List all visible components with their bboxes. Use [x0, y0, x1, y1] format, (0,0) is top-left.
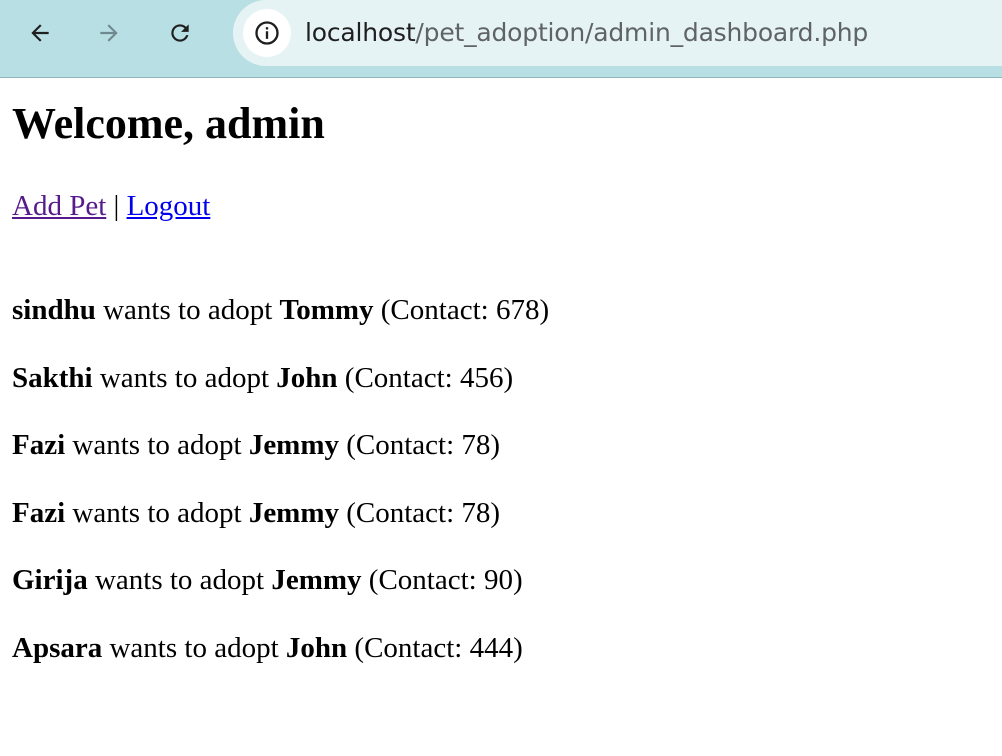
pet-name: Jemmy: [248, 496, 339, 529]
info-icon: [255, 21, 279, 45]
requester-name: Apsara: [12, 631, 103, 664]
pet-name: John: [285, 631, 348, 664]
pet-name: Jemmy: [248, 429, 339, 461]
contact-suffix: ): [490, 429, 501, 461]
adoption-request-item: Apsara wants to adopt John (Contact: 444…: [12, 628, 549, 696]
contact-number: 678: [495, 294, 540, 326]
contact-prefix: (Contact:: [339, 496, 462, 529]
adoption-request-list: sindhu wants to adopt Tommy (Contact: 67…: [12, 290, 549, 695]
url-path: /pet_adoption/admin_dashboard.php: [415, 18, 869, 47]
arrow-left-icon: [31, 24, 49, 42]
page-title: Welcome, admin: [12, 99, 325, 148]
contact-suffix: ): [490, 496, 501, 529]
contact-prefix: (Contact:: [337, 361, 460, 394]
adoption-request-item: Fazi wants to adopt Jemmy (Contact: 78): [12, 493, 549, 561]
contact-number: 90: [483, 564, 513, 596]
contact-prefix: (Contact:: [361, 564, 484, 596]
contact-number: 78: [461, 429, 491, 461]
contact-number: 456: [459, 361, 504, 394]
requester-name: Fazi: [12, 429, 66, 461]
contact-number: 78: [461, 496, 491, 529]
arrow-right-icon: [100, 24, 118, 42]
adoption-request-item: sindhu wants to adopt Tommy (Contact: 67…: [12, 290, 549, 358]
forward-button[interactable]: [89, 13, 129, 53]
adoption-request-item: Girija wants to adopt Jemmy (Contact: 90…: [12, 560, 549, 628]
contact-suffix: ): [513, 631, 523, 664]
requester-name: Fazi: [12, 496, 66, 529]
pet-name: Jemmy: [271, 564, 362, 596]
site-info-button[interactable]: [243, 9, 291, 57]
contact-prefix: (Contact:: [339, 429, 462, 461]
adoption-request-item: Sakthi wants to adopt John (Contact: 456…: [12, 358, 549, 426]
contact-number: 444: [469, 631, 514, 664]
wants-text: wants to adopt: [92, 361, 277, 394]
wants-text: wants to adopt: [87, 564, 272, 596]
contact-prefix: (Contact:: [347, 631, 470, 664]
contact-prefix: (Contact:: [373, 294, 496, 326]
requester-name: Girija: [12, 564, 88, 596]
wants-text: wants to adopt: [65, 429, 249, 461]
add-pet-link[interactable]: Add Pet: [12, 190, 106, 222]
wants-text: wants to adopt: [95, 294, 280, 326]
adoption-request-item: Fazi wants to adopt Jemmy (Contact: 78): [12, 425, 549, 493]
contact-suffix: ): [512, 564, 523, 596]
reload-button[interactable]: [160, 13, 200, 53]
wants-text: wants to adopt: [65, 496, 249, 529]
requester-name: sindhu: [12, 294, 96, 326]
address-bar[interactable]: localhost/pet_adoption/admin_dashboard.p…: [233, 0, 1002, 66]
pet-name: John: [276, 361, 338, 394]
admin-links: Add Pet | Logout: [12, 186, 210, 226]
logout-link[interactable]: Logout: [127, 190, 211, 222]
back-button[interactable]: [20, 13, 60, 53]
requester-name: Sakthi: [12, 361, 93, 394]
link-separator: |: [106, 190, 127, 222]
wants-text: wants to adopt: [102, 631, 286, 664]
url-text[interactable]: localhost/pet_adoption/admin_dashboard.p…: [305, 15, 868, 51]
contact-suffix: ): [503, 361, 514, 394]
reload-icon: [171, 24, 189, 42]
pet-name: Tommy: [279, 294, 374, 326]
url-host: localhost: [305, 18, 416, 47]
browser-toolbar: localhost/pet_adoption/admin_dashboard.p…: [0, 0, 1002, 78]
contact-suffix: ): [539, 294, 550, 326]
